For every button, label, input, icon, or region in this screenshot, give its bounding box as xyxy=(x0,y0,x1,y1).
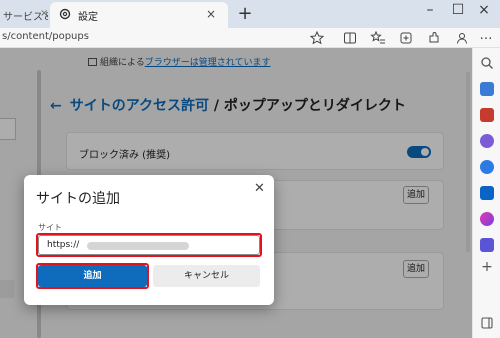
add-site-dialog: サイトの追加 ✕ サイト https:// 追加 キャンセル xyxy=(24,175,274,305)
close-icon[interactable]: × xyxy=(40,8,48,19)
site-label: サイト xyxy=(38,223,62,232)
outlook-icon[interactable] xyxy=(480,186,494,200)
more-icon[interactable]: … xyxy=(478,28,494,44)
tab-label: 設定 xyxy=(78,12,98,23)
favorite-star-icon[interactable] xyxy=(309,30,325,46)
tab-settings[interactable]: 設定 xyxy=(50,2,228,28)
panel-settings-icon[interactable] xyxy=(480,316,494,330)
games-icon[interactable] xyxy=(480,134,494,148)
add-icon[interactable]: + xyxy=(480,260,494,274)
highlight-frame xyxy=(36,263,149,289)
microsoft-365-icon[interactable] xyxy=(480,160,494,174)
close-icon[interactable]: × xyxy=(204,7,218,21)
collections-icon[interactable] xyxy=(398,30,414,46)
tools-icon[interactable] xyxy=(480,108,494,122)
designer-icon[interactable] xyxy=(480,212,494,226)
shopping-tag-icon[interactable] xyxy=(480,82,494,96)
teams-icon[interactable] xyxy=(480,238,494,252)
dialog-close-icon[interactable]: ✕ xyxy=(254,181,265,196)
profile-icon[interactable] xyxy=(454,30,470,46)
search-icon[interactable] xyxy=(480,56,494,70)
maximize-icon[interactable]: ☐ xyxy=(450,2,466,24)
address-bar: s/content/popups … xyxy=(0,28,500,48)
address-input[interactable]: s/content/popups xyxy=(2,31,89,42)
scrollbar[interactable] xyxy=(466,72,470,252)
minimize-icon[interactable]: – xyxy=(422,2,438,24)
gear-icon xyxy=(59,8,71,20)
split-screen-icon[interactable] xyxy=(342,30,358,46)
tab-strip: サービス＆ × 設定 × + – ☐ × xyxy=(0,0,500,28)
dialog-title: サイトの追加 xyxy=(36,191,120,207)
tab-services[interactable]: サービス＆ × xyxy=(0,2,48,28)
favorites-icon[interactable] xyxy=(370,30,386,46)
new-tab-icon[interactable]: + xyxy=(236,3,254,24)
highlight-frame xyxy=(36,233,262,257)
extensions-icon[interactable] xyxy=(426,30,442,46)
window-close-icon[interactable]: × xyxy=(476,2,492,24)
cancel-button[interactable]: キャンセル xyxy=(153,265,260,287)
sidebar-panel: + xyxy=(472,48,500,338)
